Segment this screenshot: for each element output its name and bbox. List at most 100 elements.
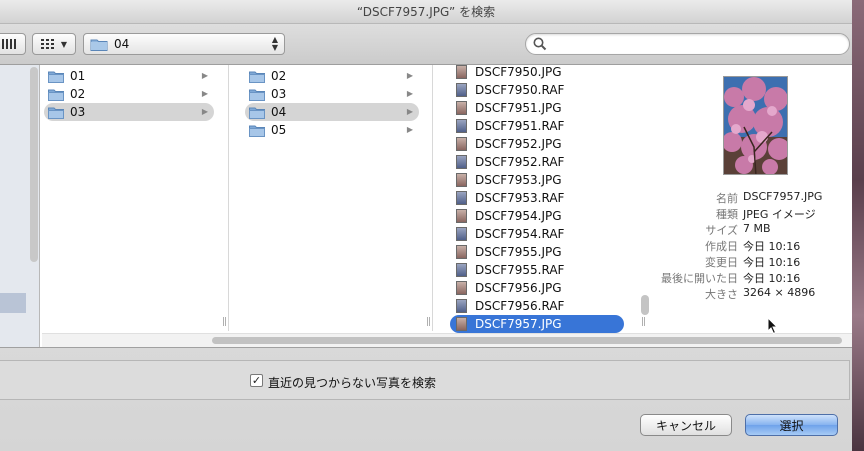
browser-column-2: || 02 ▶ 03 ▶ 04 ▶ 05 ▶ bbox=[243, 65, 433, 331]
file-column-scrollbar[interactable] bbox=[641, 295, 649, 315]
info-key: 最後に開いた日 bbox=[661, 272, 738, 285]
preview-thumbnail bbox=[723, 76, 788, 175]
disclosure-arrow-icon: ▶ bbox=[406, 125, 413, 134]
file-row[interactable]: DSCF7950.RAF bbox=[450, 81, 624, 99]
folder-icon bbox=[48, 106, 64, 119]
updown-arrows-icon: ▲ ▼ bbox=[271, 35, 278, 52]
choose-button[interactable]: 選択 bbox=[745, 414, 838, 436]
file-row[interactable]: DSCF7955.RAF bbox=[450, 261, 624, 279]
row-label: 05 bbox=[271, 123, 287, 137]
options-panel: ✓ 直近の見つからない写真を検索 bbox=[0, 360, 850, 400]
file-row[interactable]: DSCF7950.JPG bbox=[450, 63, 624, 81]
image-file-icon bbox=[456, 137, 467, 151]
horizontal-scroll-thumb[interactable] bbox=[212, 337, 842, 344]
raw-file-icon bbox=[456, 227, 467, 241]
column-resize-handle[interactable]: || bbox=[426, 317, 431, 327]
folder-row[interactable]: 01 ▶ bbox=[44, 67, 214, 85]
file-row[interactable]: DSCF7951.JPG bbox=[450, 99, 624, 117]
info-line: 名前 DSCF7957.JPG bbox=[652, 190, 852, 206]
image-file-icon bbox=[456, 209, 467, 223]
checkmark-icon: ✓ bbox=[251, 374, 262, 387]
mouse-cursor-icon bbox=[767, 317, 779, 335]
file-row[interactable]: DSCF7952.RAF bbox=[450, 153, 624, 171]
row-label: DSCF7952.RAF bbox=[475, 155, 565, 169]
sidebar-scrollbar[interactable] bbox=[30, 67, 38, 262]
horizontal-scrollbar[interactable] bbox=[42, 333, 852, 347]
file-row[interactable]: DSCF7951.RAF bbox=[450, 117, 624, 135]
raw-file-icon bbox=[456, 263, 467, 277]
disclosure-arrow-icon: ▶ bbox=[406, 107, 413, 116]
column-resize-handle[interactable]: || bbox=[641, 317, 646, 327]
column-view-button[interactable] bbox=[0, 33, 26, 55]
row-label: DSCF7950.RAF bbox=[475, 83, 565, 97]
raw-file-icon bbox=[456, 155, 467, 169]
search-icon bbox=[533, 37, 547, 51]
folder-row[interactable]: 02 ▶ bbox=[245, 67, 419, 85]
row-label: 04 bbox=[271, 105, 287, 119]
folder-icon bbox=[48, 70, 64, 83]
folder-row[interactable]: 04 ▶ bbox=[245, 103, 419, 121]
file-row[interactable]: DSCF7953.RAF bbox=[450, 189, 624, 207]
folder-icon bbox=[249, 88, 265, 101]
row-label: 01 bbox=[70, 69, 86, 83]
sidebar-selected-item[interactable] bbox=[0, 293, 26, 313]
disclosure-arrow-icon: ▶ bbox=[201, 107, 208, 116]
cancel-button[interactable]: キャンセル bbox=[640, 414, 732, 436]
folder-row[interactable]: 03 ▶ bbox=[44, 103, 214, 121]
row-label: DSCF7953.JPG bbox=[475, 173, 562, 187]
row-label: 03 bbox=[70, 105, 86, 119]
raw-file-icon bbox=[456, 83, 467, 97]
disclosure-arrow-icon: ▶ bbox=[406, 89, 413, 98]
disclosure-arrow-icon: ▶ bbox=[201, 71, 208, 80]
image-file-icon bbox=[456, 101, 467, 115]
grid-arrange-icon bbox=[40, 39, 54, 49]
file-row[interactable]: DSCF7954.JPG bbox=[450, 207, 624, 225]
folder-icon bbox=[48, 88, 64, 101]
arrange-button[interactable]: ▼ bbox=[32, 33, 76, 55]
preview-pane: 名前 DSCF7957.JPG 種類 JPEG イメージサイズ 7 MB 作成日今日 10… bbox=[652, 65, 852, 331]
info-value: 今日 10:16 bbox=[743, 272, 801, 285]
info-value: JPEG イメージ bbox=[743, 208, 816, 221]
file-row[interactable]: DSCF7957.JPG bbox=[450, 315, 624, 333]
row-label: 02 bbox=[271, 69, 287, 83]
info-value: DSCF7957.JPG bbox=[743, 190, 823, 203]
info-value: 7 MB bbox=[743, 222, 771, 235]
row-label: DSCF7955.JPG bbox=[475, 245, 562, 259]
file-row[interactable]: DSCF7955.JPG bbox=[450, 243, 624, 261]
folder-row[interactable]: 05 ▶ bbox=[245, 121, 419, 139]
file-row[interactable]: DSCF7956.JPG bbox=[450, 279, 624, 297]
search-field[interactable] bbox=[525, 33, 850, 55]
info-line: 変更日 今日 10:16 bbox=[652, 254, 852, 270]
search-input[interactable] bbox=[552, 36, 842, 52]
row-label: DSCF7951.RAF bbox=[475, 119, 565, 133]
raw-file-icon bbox=[456, 299, 467, 313]
info-key: 変更日 bbox=[705, 256, 738, 269]
info-key: サイズ bbox=[705, 224, 738, 237]
folder-row[interactable]: 03 ▶ bbox=[245, 85, 419, 103]
row-label: DSCF7951.JPG bbox=[475, 101, 562, 115]
file-row[interactable]: DSCF7953.JPG bbox=[450, 171, 624, 189]
column-resize-handle[interactable]: || bbox=[222, 317, 227, 327]
search-missing-photos-checkbox[interactable]: ✓ bbox=[250, 374, 263, 387]
info-line: 種類 JPEG イメージ bbox=[652, 206, 852, 222]
path-popup[interactable]: 04 ▲ ▼ bbox=[83, 33, 285, 55]
desktop-background bbox=[852, 0, 864, 451]
browser-column-1: || 01 ▶ 02 ▶ 03 ▶ bbox=[42, 65, 229, 331]
file-row[interactable]: DSCF7952.JPG bbox=[450, 135, 624, 153]
row-label: DSCF7954.RAF bbox=[475, 227, 565, 241]
file-row[interactable]: DSCF7956.RAF bbox=[450, 297, 624, 315]
info-line: サイズ 7 MB bbox=[652, 222, 852, 238]
disclosure-arrow-icon: ▶ bbox=[201, 89, 208, 98]
info-key: 作成日 bbox=[705, 240, 738, 253]
row-label: DSCF7957.JPG bbox=[475, 317, 562, 331]
raw-file-icon bbox=[456, 119, 467, 133]
path-popup-label: 04 bbox=[114, 37, 130, 51]
search-missing-photos-label: 直近の見つからない写真を検索 bbox=[268, 376, 437, 390]
window-title: “DSCF7957.JPG” を検索 bbox=[0, 0, 852, 24]
folder-icon bbox=[249, 124, 265, 137]
row-label: DSCF7955.RAF bbox=[475, 263, 565, 277]
image-file-icon bbox=[456, 65, 467, 79]
info-line: 大きさ 3264 × 4896 bbox=[652, 286, 852, 302]
file-row[interactable]: DSCF7954.RAF bbox=[450, 225, 624, 243]
folder-row[interactable]: 02 ▶ bbox=[44, 85, 214, 103]
